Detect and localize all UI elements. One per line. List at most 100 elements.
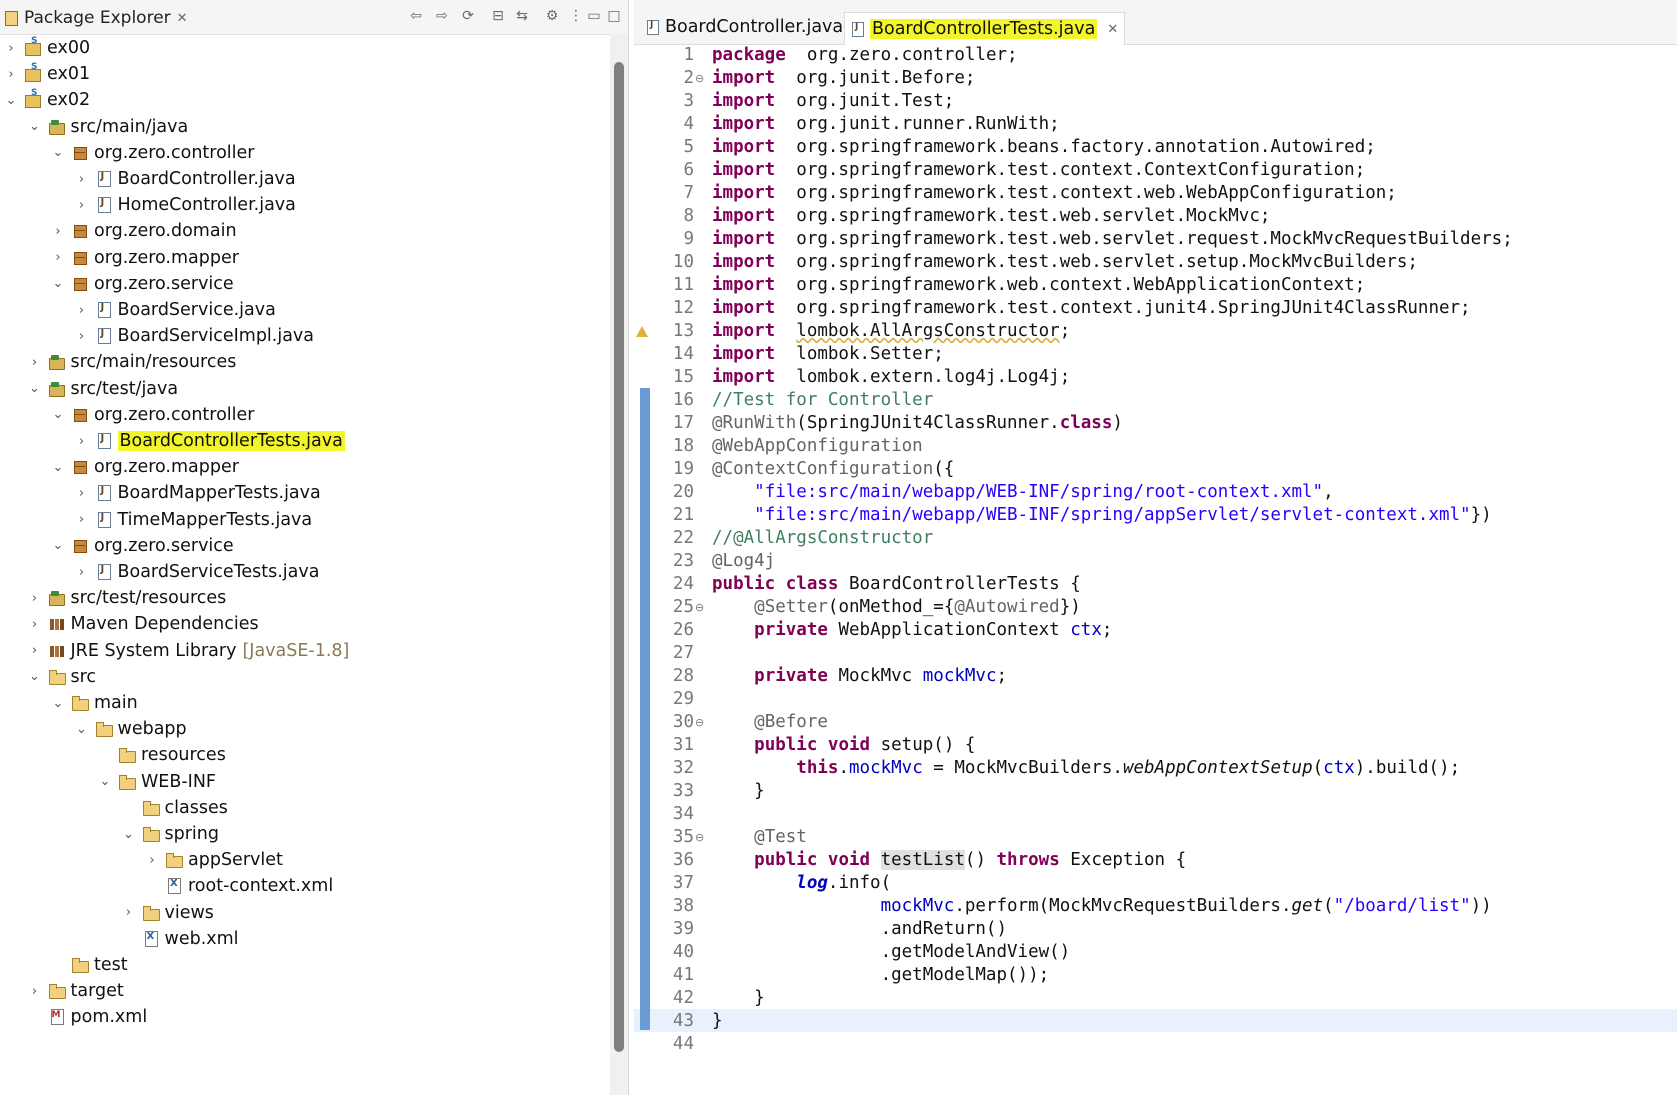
chevron-down-icon[interactable]: ⌄: [51, 696, 65, 711]
tree-item[interactable]: HomeController.java: [95, 191, 296, 219]
tree-item[interactable]: BoardServiceTests.java: [95, 558, 319, 586]
link-icon[interactable]: ⟳: [458, 6, 478, 26]
chevron-right-icon[interactable]: ›: [75, 303, 89, 318]
code-line[interactable]: import org.springframework.web.context.W…: [712, 274, 1365, 297]
chevron-right-icon[interactable]: ›: [75, 565, 89, 580]
view-menu-icon[interactable]: ⋮: [566, 6, 586, 26]
close-icon[interactable]: ✕: [1107, 22, 1118, 37]
tree-item[interactable]: classes: [142, 794, 228, 822]
chevron-down-icon[interactable]: ⌄: [4, 93, 18, 108]
code-line[interactable]: //Test for Controller: [712, 389, 933, 412]
code-line[interactable]: //@AllArgsConstructor: [712, 527, 933, 550]
code-line[interactable]: @ContextConfiguration({: [712, 458, 954, 481]
code-line[interactable]: @WebAppConfiguration: [712, 435, 923, 458]
chevron-right-icon[interactable]: ›: [75, 329, 89, 344]
chevron-right-icon[interactable]: ›: [75, 198, 89, 213]
chevron-down-icon[interactable]: ⌄: [51, 460, 65, 475]
code-line[interactable]: .getModelMap());: [712, 964, 1050, 987]
fold-toggle-icon[interactable]: ⊖: [695, 67, 705, 90]
tree-item[interactable]: TimeMapperTests.java: [95, 506, 312, 534]
code-line[interactable]: public void setup() {: [712, 734, 975, 757]
chevron-right-icon[interactable]: ›: [28, 355, 42, 370]
tree-item[interactable]: ex01: [24, 60, 90, 88]
code-line[interactable]: .getModelAndView(): [712, 941, 1071, 964]
minimize-icon[interactable]: ▭: [584, 6, 604, 26]
code-line[interactable]: private MockMvc mockMvc;: [712, 665, 1007, 688]
tree-item[interactable]: test: [71, 951, 128, 979]
tree-item[interactable]: main: [71, 689, 138, 717]
chevron-down-icon[interactable]: ⌄: [51, 407, 65, 422]
tree-item[interactable]: appServlet: [165, 846, 283, 874]
chevron-right-icon[interactable]: ›: [75, 434, 89, 449]
chevron-down-icon[interactable]: ⌄: [122, 827, 136, 842]
code-line[interactable]: import org.springframework.test.context.…: [712, 159, 1365, 182]
chevron-down-icon[interactable]: ⌄: [51, 538, 65, 553]
fold-toggle-icon[interactable]: ⊖: [695, 596, 705, 619]
tree-item[interactable]: BoardService.java: [95, 296, 276, 324]
chevron-down-icon[interactable]: ⌄: [51, 145, 65, 160]
code-line[interactable]: public void testList() throws Exception …: [712, 849, 1186, 872]
chevron-right-icon[interactable]: ›: [75, 486, 89, 501]
code-line[interactable]: package org.zero.controller;: [712, 44, 1018, 67]
tree-item[interactable]: BoardControllerTests.java: [95, 427, 345, 455]
code-line[interactable]: .andReturn(): [712, 918, 1007, 941]
code-line[interactable]: import org.junit.Test;: [712, 90, 954, 113]
tree-item[interactable]: webapp: [95, 715, 187, 743]
tree-item[interactable]: src/test/resources: [48, 584, 226, 612]
collapse-all-icon[interactable]: ⊟: [488, 6, 508, 26]
chevron-right-icon[interactable]: ›: [28, 591, 42, 606]
code-line[interactable]: this.mockMvc = MockMvcBuilders.webAppCon…: [712, 757, 1460, 780]
fold-toggle-icon[interactable]: ⊖: [695, 826, 705, 849]
chevron-right-icon[interactable]: ›: [4, 67, 18, 82]
chevron-down-icon[interactable]: ⌄: [51, 276, 65, 291]
tree-item[interactable]: views: [142, 899, 214, 927]
tree-item[interactable]: ex00: [24, 34, 90, 62]
chevron-right-icon[interactable]: ›: [75, 512, 89, 527]
tree-item[interactable]: target: [48, 977, 124, 1005]
code-line[interactable]: import org.springframework.test.context.…: [712, 297, 1471, 320]
tree-item[interactable]: ex02: [24, 86, 90, 114]
chevron-right-icon[interactable]: ›: [51, 224, 65, 239]
code-line[interactable]: }: [712, 780, 765, 803]
chevron-down-icon[interactable]: ⌄: [28, 669, 42, 684]
code-line[interactable]: }: [712, 1010, 723, 1033]
filter-icon[interactable]: ⚙: [542, 6, 562, 26]
tree-item[interactable]: web.xml: [142, 925, 239, 953]
tree-item[interactable]: BoardMapperTests.java: [95, 479, 321, 507]
tree-item[interactable]: BoardController.java: [95, 165, 296, 193]
chevron-right-icon[interactable]: ›: [51, 250, 65, 265]
code-line[interactable]: log.info(: [712, 872, 891, 895]
editor-tab[interactable]: BoardController.java: [640, 12, 849, 42]
code-line[interactable]: import lombok.Setter;: [712, 343, 944, 366]
package-explorer-tab[interactable]: Package Explorer ✕: [4, 5, 188, 31]
chevron-down-icon[interactable]: ⌄: [75, 722, 89, 737]
code-line[interactable]: "file:src/main/webapp/WEB-INF/spring/roo…: [712, 481, 1334, 504]
tree-item[interactable]: org.zero.mapper: [71, 244, 239, 272]
code-line[interactable]: mockMvc.perform(MockMvcRequestBuilders.g…: [712, 895, 1492, 918]
editor-tab[interactable]: BoardControllerTests.java ✕: [844, 12, 1126, 45]
code-line[interactable]: @Setter(onMethod_={@Autowired}): [712, 596, 1081, 619]
code-line[interactable]: import lombok.extern.log4j.Log4j;: [712, 366, 1070, 389]
code-line[interactable]: }: [712, 987, 765, 1010]
tree-item[interactable]: org.zero.domain: [71, 217, 237, 245]
code-line[interactable]: import org.springframework.test.web.serv…: [712, 205, 1270, 228]
tree-item[interactable]: org.zero.controller: [71, 401, 254, 429]
code-line[interactable]: import org.springframework.test.context.…: [712, 182, 1397, 205]
tree-item[interactable]: spring: [142, 820, 219, 848]
maximize-icon[interactable]: □: [604, 6, 624, 26]
code-line[interactable]: import lombok.AllArgsConstructor;: [712, 320, 1070, 343]
fold-toggle-icon[interactable]: ⊖: [695, 711, 705, 734]
warning-icon[interactable]: [636, 322, 650, 337]
chevron-right-icon[interactable]: ›: [4, 41, 18, 56]
chevron-down-icon[interactable]: ⌄: [28, 119, 42, 134]
close-icon[interactable]: ✕: [177, 11, 188, 26]
code-line[interactable]: import org.junit.Before;: [712, 67, 975, 90]
chevron-right-icon[interactable]: ›: [28, 643, 42, 658]
tree-item[interactable]: JRE System Library [JavaSE-1.8]: [48, 637, 349, 665]
chevron-down-icon[interactable]: ⌄: [28, 381, 42, 396]
code-line[interactable]: public class BoardControllerTests {: [712, 573, 1081, 596]
code-line[interactable]: @Test: [712, 826, 807, 849]
tree-item[interactable]: src: [48, 663, 96, 691]
tree-item[interactable]: org.zero.mapper: [71, 453, 239, 481]
chevron-right-icon[interactable]: ›: [75, 172, 89, 187]
